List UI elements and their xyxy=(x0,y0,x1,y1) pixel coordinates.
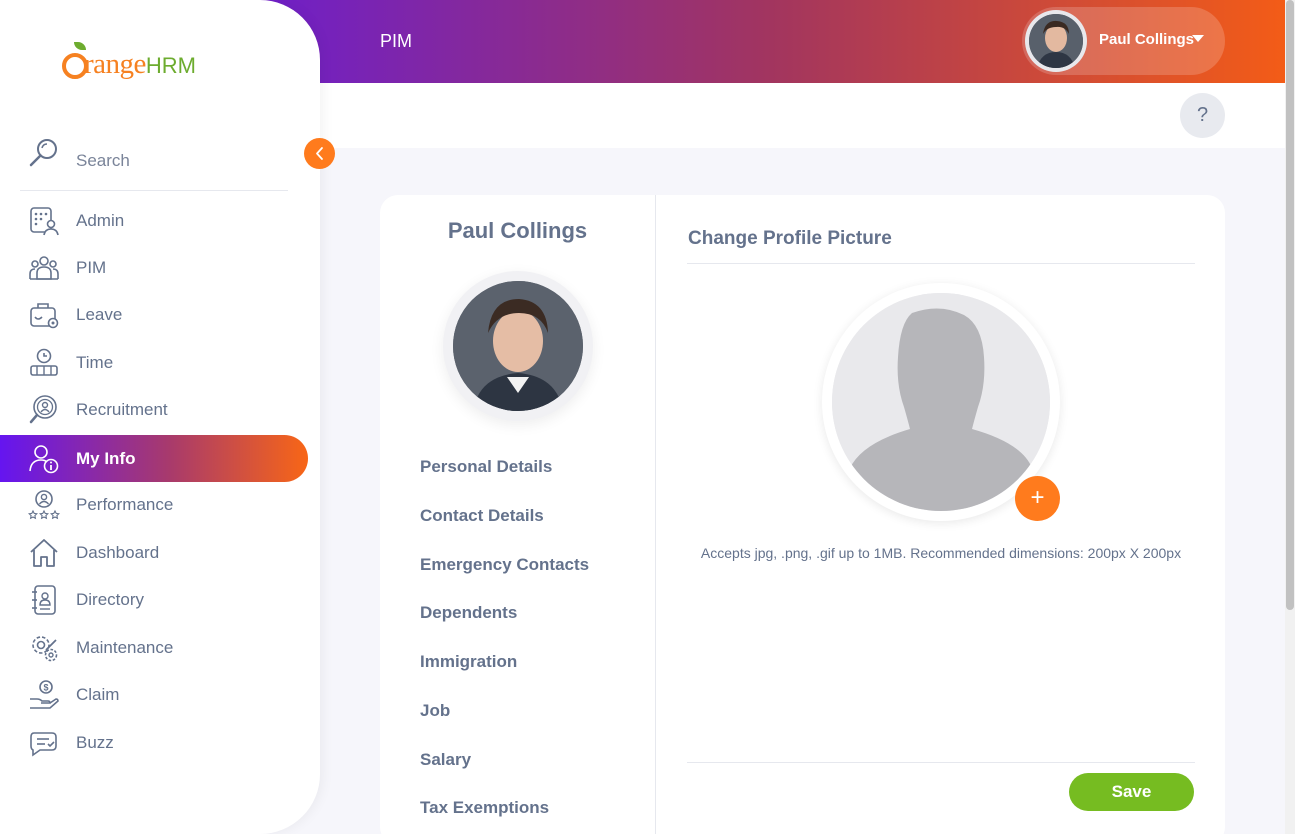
tab-personal-details[interactable]: Personal Details xyxy=(420,457,552,477)
employee-avatar[interactable] xyxy=(443,271,593,421)
employee-name: Paul Collings xyxy=(447,218,588,243)
scrollbar-thumb[interactable] xyxy=(1286,0,1294,610)
sidebar-item-label: My Info xyxy=(76,449,136,468)
default-avatar-icon xyxy=(832,293,1050,511)
sidebar-item-label: Leave xyxy=(76,305,123,324)
buzz-icon xyxy=(30,732,57,757)
chevron-left-icon xyxy=(316,147,323,160)
sidebar-item-label: Performance xyxy=(76,495,174,514)
home-icon xyxy=(30,539,58,567)
sidebar-item-label: Admin xyxy=(76,211,125,230)
maintenance-icon xyxy=(32,636,58,662)
sidebar-item-leave[interactable]: Leave xyxy=(0,291,308,338)
caret-down-icon xyxy=(1192,35,1204,42)
sidebar-item-claim[interactable]: $ Claim xyxy=(0,671,308,718)
orangehrm-logo[interactable]: rangeHRM xyxy=(62,40,212,84)
search-icon xyxy=(29,139,57,167)
card-divider xyxy=(655,195,656,834)
tab-dependents[interactable]: Dependents xyxy=(420,603,517,623)
sidebar-item-label: Time xyxy=(76,353,114,372)
tab-immigration[interactable]: Immigration xyxy=(420,652,517,672)
sidebar-item-admin[interactable]: Admin xyxy=(0,197,308,244)
performance-icon xyxy=(28,490,60,520)
leave-icon xyxy=(30,303,59,329)
upload-hint: Accepts jpg, .png, .gif up to 1MB. Recom… xyxy=(700,545,1182,561)
sidebar-item-dashboard[interactable]: Dashboard xyxy=(0,529,308,576)
module-title: PIM xyxy=(380,31,413,51)
tab-job[interactable]: Job xyxy=(420,701,450,721)
my-info-icon xyxy=(29,445,59,474)
tab-salary[interactable]: Salary xyxy=(420,750,471,770)
user-avatar xyxy=(1025,10,1087,72)
page-scrollbar[interactable] xyxy=(1285,0,1295,834)
section-divider xyxy=(687,263,1195,264)
sidebar-item-label: Recruitment xyxy=(76,400,168,419)
time-icon xyxy=(30,348,58,376)
help-button[interactable]: ? xyxy=(1180,93,1225,138)
pim-icon xyxy=(29,256,59,280)
sidebar-item-label: Claim xyxy=(76,685,120,704)
sidebar-item-performance[interactable]: Performance xyxy=(0,481,308,528)
svg-text:$: $ xyxy=(43,683,48,693)
sidebar-item-label: Directory xyxy=(76,590,145,609)
recruitment-icon xyxy=(29,395,57,424)
claim-icon: $ xyxy=(30,680,59,709)
sidebar-item-label: Buzz xyxy=(76,733,114,752)
sidebar-item-buzz[interactable]: Buzz xyxy=(0,719,308,766)
sidebar-item-label: Maintenance xyxy=(76,638,174,657)
admin-icon xyxy=(30,207,59,236)
user-name: Paul Collings xyxy=(1099,31,1195,48)
tab-contact-details[interactable]: Contact Details xyxy=(420,506,544,526)
tab-tax-exemptions[interactable]: Tax Exemptions xyxy=(420,798,549,818)
section-title: Change Profile Picture xyxy=(688,228,892,249)
user-dropdown[interactable]: Paul Collings xyxy=(1022,7,1225,75)
sidebar-item-label: Dashboard xyxy=(76,543,160,562)
sidebar-item-recruitment[interactable]: Recruitment xyxy=(0,386,308,433)
sidebar-search[interactable]: Search xyxy=(20,135,288,191)
sidebar-collapse-button[interactable] xyxy=(304,138,335,169)
sidebar-item-pim[interactable]: PIM xyxy=(0,244,308,291)
save-button[interactable]: Save xyxy=(1069,773,1194,811)
directory-icon xyxy=(32,585,56,615)
sidebar-item-my-info[interactable]: My Info xyxy=(0,435,308,482)
search-label: Search xyxy=(76,151,130,170)
sidebar-item-time[interactable]: Time xyxy=(0,339,308,386)
sidebar-item-directory[interactable]: Directory xyxy=(0,576,308,623)
add-photo-button[interactable]: + xyxy=(1015,476,1060,521)
sidebar-item-maintenance[interactable]: Maintenance xyxy=(0,624,308,671)
form-divider xyxy=(687,762,1195,763)
tab-emergency-contacts[interactable]: Emergency Contacts xyxy=(420,555,589,575)
sidebar-item-label: PIM xyxy=(76,258,107,277)
sidebar: rangeHRM Search Admin PIM Leave Time Rec… xyxy=(0,0,320,834)
